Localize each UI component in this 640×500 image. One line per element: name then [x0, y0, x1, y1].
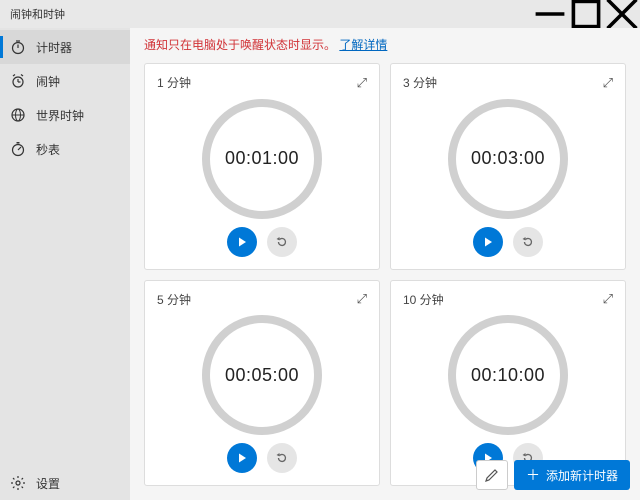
timer-card[interactable]: 10 分钟 ⤢ 00:10:00 — [390, 280, 626, 487]
sidebar-item-stopwatch[interactable]: 秒表 — [0, 132, 130, 166]
alarm-icon — [10, 73, 26, 89]
sidebar-item-timer[interactable]: 计时器 — [0, 30, 130, 64]
main-content: 通知只在电脑处于唤醒状态时显示。 了解详情 1 分钟 ⤢ 00:01:00 3 … — [130, 28, 640, 500]
reset-button[interactable] — [513, 227, 543, 257]
stopwatch-icon — [10, 141, 26, 157]
card-controls — [403, 223, 613, 259]
timer-time: 00:10:00 — [471, 365, 545, 386]
add-timer-button[interactable]: ＋ 添加新计时器 — [514, 460, 630, 490]
timer-label: 1 分钟 — [157, 74, 191, 91]
bottom-bar: ＋ 添加新计时器 — [476, 460, 630, 490]
notice-link[interactable]: 了解详情 — [339, 38, 387, 52]
dial-wrap: 00:01:00 — [157, 95, 367, 223]
notice-text: 通知只在电脑处于唤醒状态时显示。 — [144, 38, 336, 52]
timer-dial: 00:10:00 — [448, 315, 568, 435]
edit-button[interactable] — [476, 460, 508, 490]
reset-button[interactable] — [267, 443, 297, 473]
timer-dial: 00:01:00 — [202, 99, 322, 219]
expand-icon[interactable]: ⤢ — [603, 291, 613, 307]
card-header: 5 分钟 ⤢ — [157, 291, 367, 308]
timer-label: 3 分钟 — [403, 74, 437, 91]
timer-card[interactable]: 3 分钟 ⤢ 00:03:00 — [390, 63, 626, 270]
pencil-icon — [484, 467, 500, 483]
sidebar-item-label: 世界时钟 — [36, 107, 84, 124]
titlebar: 闹钟和时钟 — [0, 0, 640, 28]
timer-time: 00:01:00 — [225, 148, 299, 169]
timer-time: 00:03:00 — [471, 148, 545, 169]
sidebar-item-settings[interactable]: 设置 — [0, 466, 130, 500]
notice-bar: 通知只在电脑处于唤醒状态时显示。 了解详情 — [130, 28, 640, 59]
world-icon — [10, 107, 26, 123]
card-header: 3 分钟 ⤢ — [403, 74, 613, 91]
dial-wrap: 00:10:00 — [403, 312, 613, 440]
maximize-button[interactable] — [568, 0, 604, 28]
expand-icon[interactable]: ⤢ — [357, 75, 367, 91]
window-title: 闹钟和时钟 — [0, 6, 532, 22]
card-header: 10 分钟 ⤢ — [403, 291, 613, 308]
timer-grid: 1 分钟 ⤢ 00:01:00 3 分钟 ⤢ 00:03:00 5 分钟 ⤢ — [130, 59, 640, 500]
expand-icon[interactable]: ⤢ — [357, 291, 367, 307]
timer-label: 10 分钟 — [403, 291, 444, 308]
add-timer-label: 添加新计时器 — [546, 467, 618, 484]
timer-dial: 00:05:00 — [202, 315, 322, 435]
card-header: 1 分钟 ⤢ — [157, 74, 367, 91]
reset-button[interactable] — [267, 227, 297, 257]
expand-icon[interactable]: ⤢ — [603, 75, 613, 91]
play-button[interactable] — [227, 227, 257, 257]
sidebar-item-label: 闹钟 — [36, 73, 60, 90]
card-controls — [157, 439, 367, 475]
timer-card[interactable]: 1 分钟 ⤢ 00:01:00 — [144, 63, 380, 270]
close-button[interactable] — [604, 0, 640, 28]
sidebar: 计时器 闹钟 世界时钟 秒表 设置 — [0, 28, 130, 500]
timer-time: 00:05:00 — [225, 365, 299, 386]
sidebar-item-label: 设置 — [36, 475, 60, 492]
minimize-button[interactable] — [532, 0, 568, 28]
timer-card[interactable]: 5 分钟 ⤢ 00:05:00 — [144, 280, 380, 487]
plus-icon: ＋ — [526, 468, 540, 482]
play-button[interactable] — [473, 227, 503, 257]
dial-wrap: 00:03:00 — [403, 95, 613, 223]
gear-icon — [10, 475, 26, 491]
timer-icon — [10, 39, 26, 55]
sidebar-item-world-clock[interactable]: 世界时钟 — [0, 98, 130, 132]
sidebar-item-alarm[interactable]: 闹钟 — [0, 64, 130, 98]
dial-wrap: 00:05:00 — [157, 312, 367, 440]
card-controls — [157, 223, 367, 259]
window-controls — [532, 0, 640, 28]
sidebar-item-label: 秒表 — [36, 141, 60, 158]
sidebar-item-label: 计时器 — [36, 39, 72, 56]
timer-dial: 00:03:00 — [448, 99, 568, 219]
play-button[interactable] — [227, 443, 257, 473]
timer-label: 5 分钟 — [157, 291, 191, 308]
